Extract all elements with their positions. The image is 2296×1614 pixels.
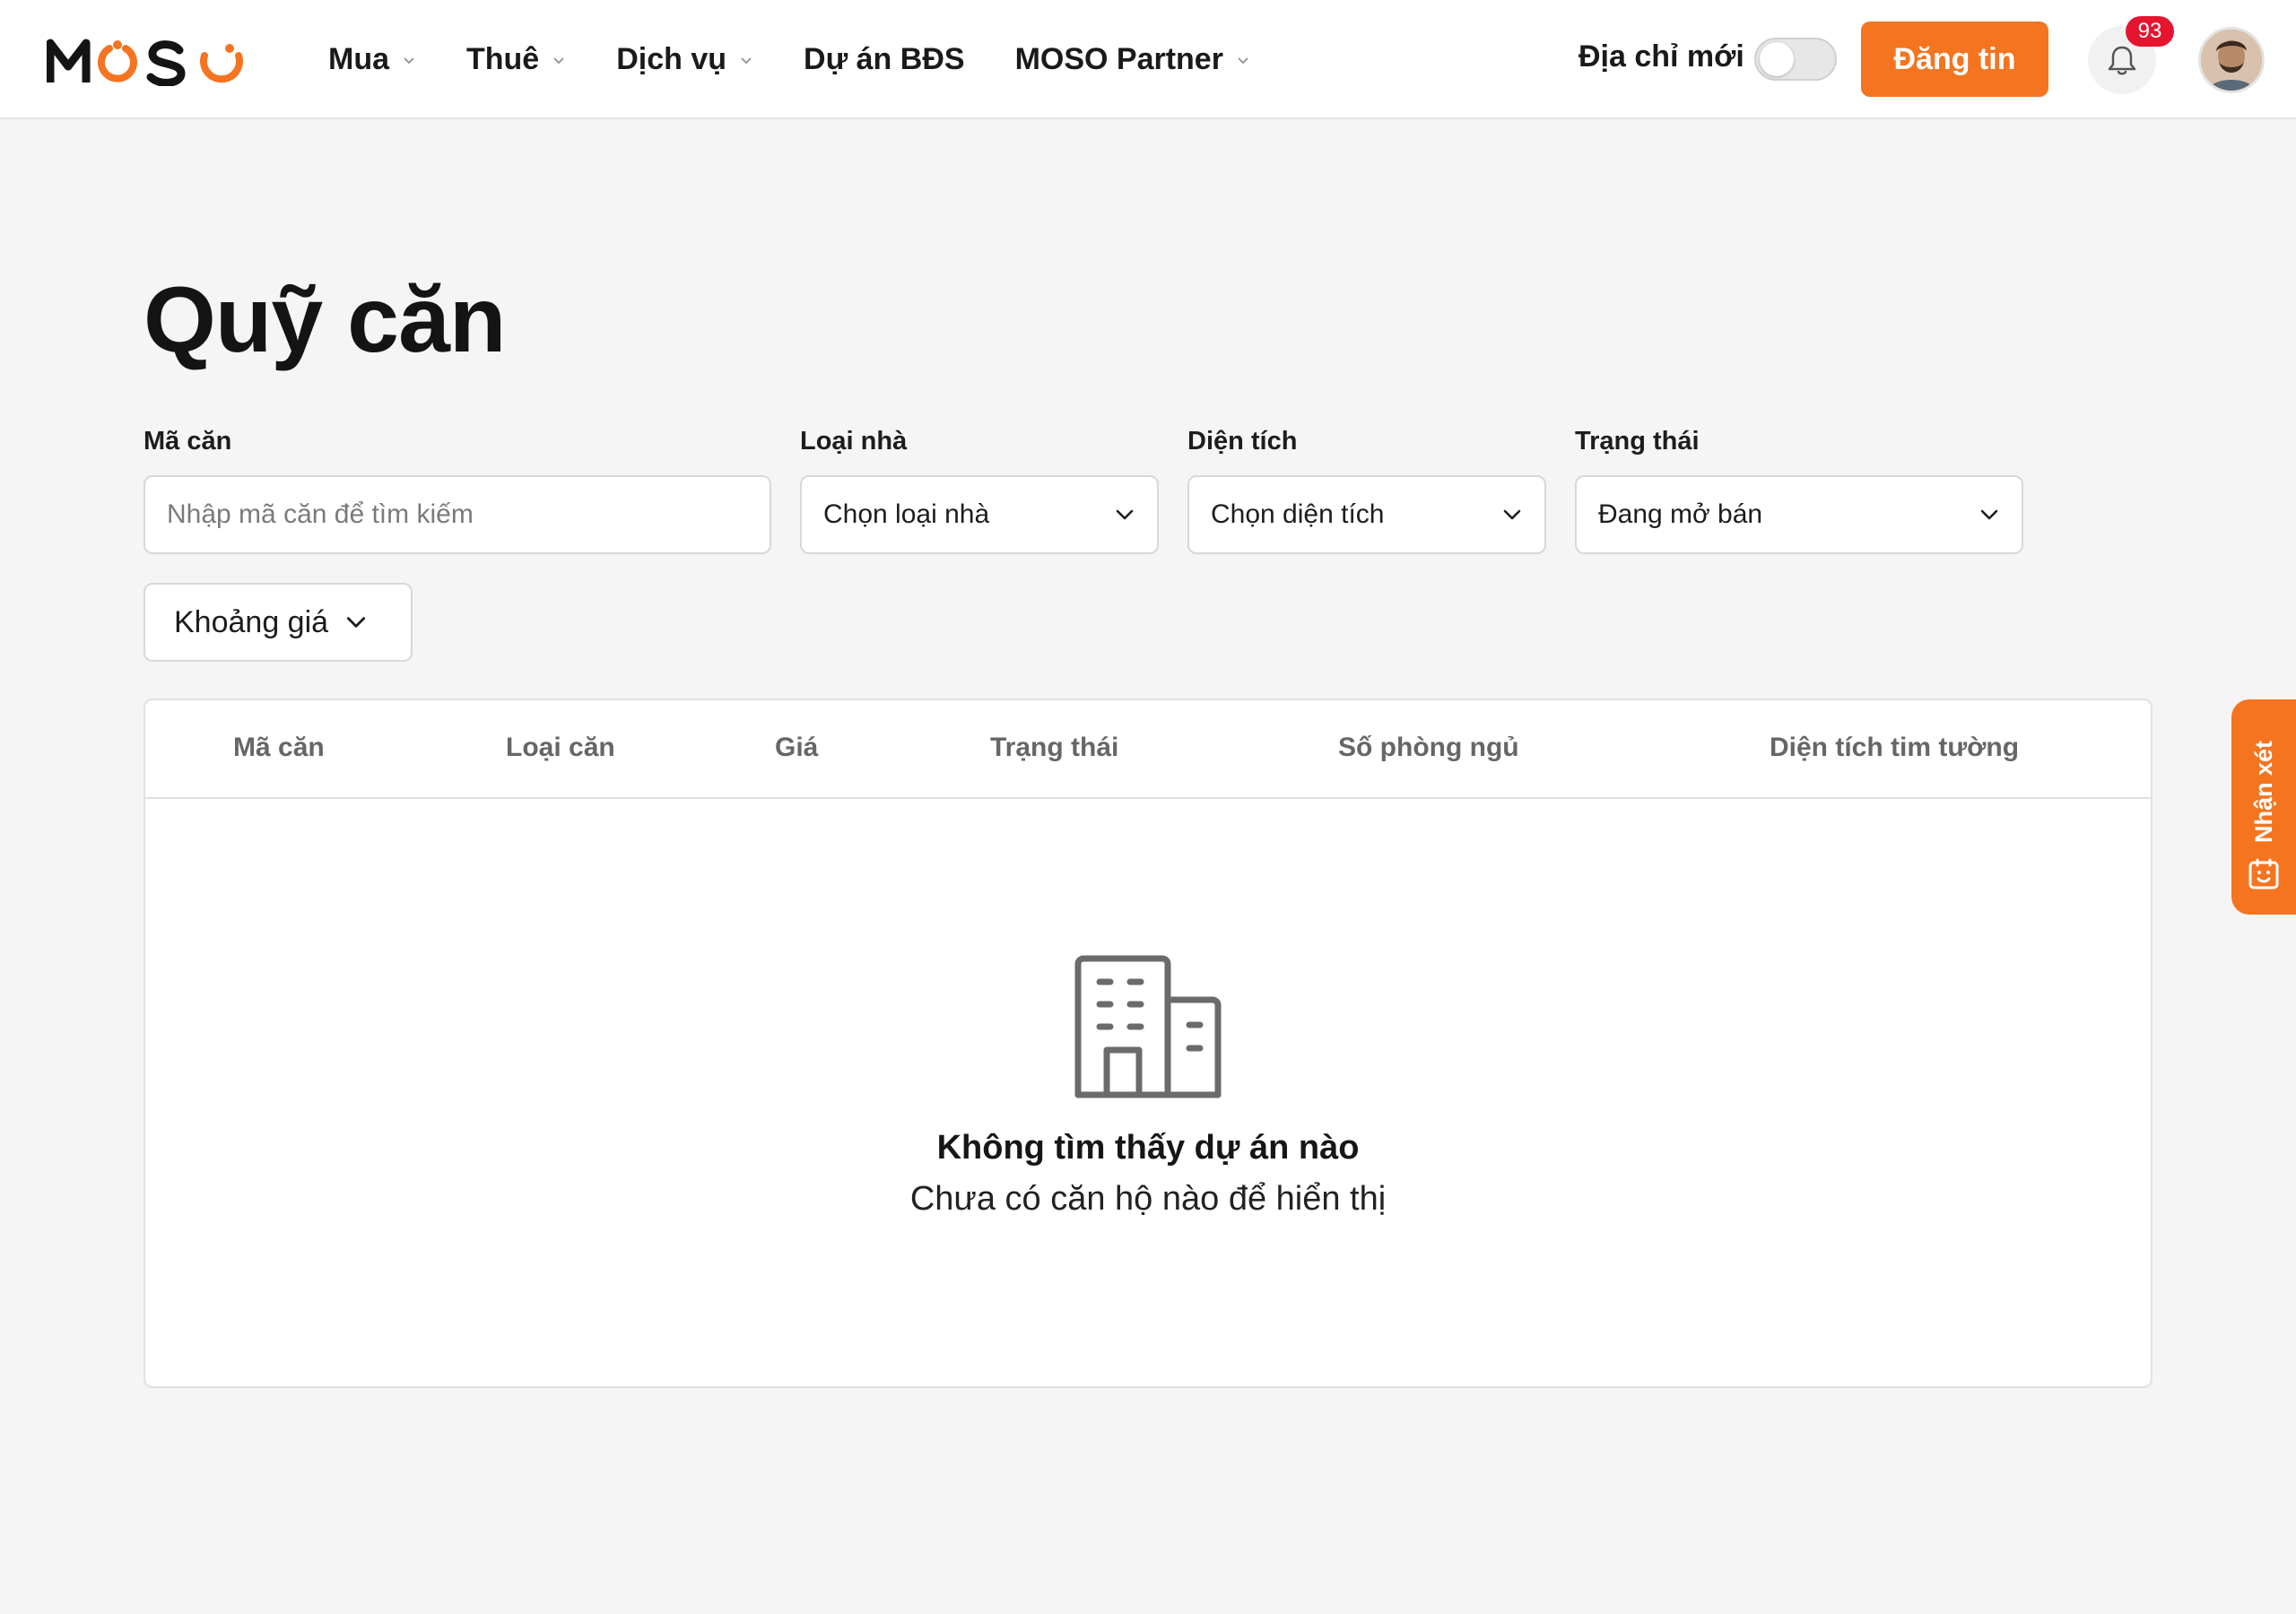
- status-select[interactable]: Đang mở bán: [1575, 475, 2023, 554]
- column-header-ma-can[interactable]: Mã căn: [233, 733, 325, 763]
- empty-state-title: Không tìm thấy dự án nào: [936, 1129, 1360, 1167]
- chevron-down-icon: [741, 56, 752, 64]
- table-header: Mã căn Loại căn Giá Trạng thái Số phòng …: [145, 700, 2151, 799]
- unit-table: Mã căn Loại căn Giá Trạng thái Số phòng …: [144, 699, 2152, 1388]
- feedback-tab-label: Nhận xét: [2249, 740, 2277, 843]
- chevron-down-icon: [404, 56, 414, 64]
- feedback-tab[interactable]: Nhận xét: [2231, 699, 2296, 915]
- nav-du-an-bds[interactable]: Dự án BĐS: [804, 42, 965, 77]
- house-type-value: Chọn loại nhà: [823, 499, 990, 529]
- chevron-down-icon: [1503, 509, 1521, 520]
- post-listing-button[interactable]: Đăng tin: [1861, 22, 2048, 97]
- house-type-select[interactable]: Chọn loại nhà: [800, 475, 1159, 554]
- column-header-dien-tich-tim-tuong[interactable]: Diện tích tim tường: [1770, 733, 2019, 763]
- nav-thue[interactable]: Thuê: [466, 42, 566, 77]
- chevron-down-icon: [553, 56, 564, 64]
- column-header-gia[interactable]: Giá: [775, 733, 818, 763]
- top-navbar: Mua Thuê Dịch vụ Dự án BĐS MOSO Partner …: [0, 0, 2296, 119]
- main-nav: Mua Thuê Dịch vụ Dự án BĐS MOSO Partner: [328, 0, 1300, 119]
- new-address-label: Địa chỉ mới: [1578, 39, 1744, 74]
- chevron-down-icon: [346, 617, 366, 628]
- user-avatar[interactable]: [2198, 27, 2265, 93]
- column-header-loai-can[interactable]: Loại căn: [506, 733, 615, 763]
- nav-dich-vu[interactable]: Dịch vụ: [616, 42, 753, 77]
- price-range-button[interactable]: Khoảng giá: [144, 583, 413, 662]
- nav-du-an-bds-label: Dự án BĐS: [804, 42, 965, 76]
- nav-thue-label: Thuê: [466, 42, 540, 76]
- notification-count-badge: 93: [2126, 16, 2174, 47]
- nav-dich-vu-label: Dịch vụ: [616, 42, 727, 76]
- code-search-field[interactable]: [144, 475, 771, 554]
- toggle-knob: [1760, 42, 1794, 76]
- chevron-down-icon: [1980, 509, 1998, 520]
- empty-state-subtitle: Chưa có căn hộ nào để hiển thị: [909, 1180, 1387, 1218]
- status-filter-label: Trạng thái: [1575, 427, 1700, 456]
- empty-state: Không tìm thấy dự án nào Chưa có căn hộ …: [145, 799, 2151, 1386]
- house-type-filter-label: Loại nhà: [800, 427, 908, 456]
- feedback-smiley-icon: [2248, 858, 2279, 889]
- building-icon: [1074, 955, 1222, 1098]
- nav-moso-partner[interactable]: MOSO Partner: [1015, 42, 1250, 77]
- code-search-input[interactable]: [167, 499, 748, 530]
- column-header-so-phong-ngu[interactable]: Số phòng ngủ: [1338, 733, 1519, 763]
- nav-mua[interactable]: Mua: [328, 42, 416, 77]
- bell-icon: [2108, 46, 2136, 75]
- status-value: Đang mở bán: [1598, 499, 1763, 529]
- page-title: Quỹ căn: [144, 268, 506, 372]
- new-address-toggle[interactable]: [1754, 38, 1837, 81]
- chevron-down-icon: [1238, 56, 1248, 64]
- column-header-trang-thai[interactable]: Trạng thái: [990, 733, 1118, 763]
- nav-mua-label: Mua: [328, 42, 389, 76]
- chevron-down-icon: [1116, 509, 1134, 520]
- area-select[interactable]: Chọn diện tích: [1187, 475, 1546, 554]
- code-filter-label: Mã căn: [144, 427, 232, 456]
- moso-logo[interactable]: [47, 36, 244, 86]
- area-value: Chọn diện tích: [1211, 499, 1385, 529]
- price-range-label: Khoảng giá: [174, 604, 329, 639]
- nav-moso-partner-label: MOSO Partner: [1014, 42, 1223, 76]
- area-filter-label: Diện tích: [1187, 427, 1298, 456]
